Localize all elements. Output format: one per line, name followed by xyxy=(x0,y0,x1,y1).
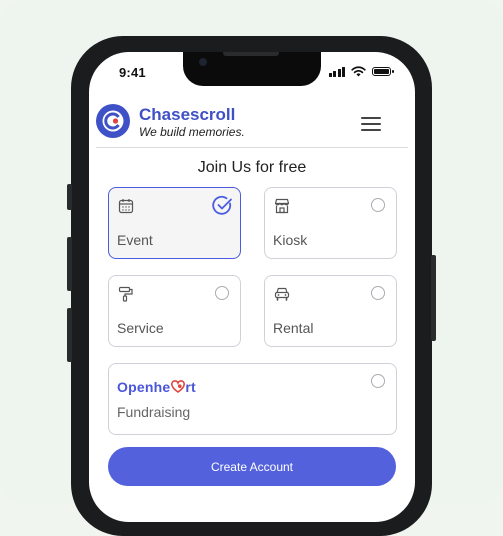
page-heading: Join Us for free xyxy=(197,159,307,176)
option-service-radio[interactable] xyxy=(215,286,229,300)
create-account-button[interactable]: Create Account xyxy=(108,447,396,486)
chasescroll-logo-icon xyxy=(96,104,130,138)
status-time: 9:41 xyxy=(119,65,146,80)
option-kiosk[interactable]: Kiosk xyxy=(264,187,397,259)
option-rental-radio[interactable] xyxy=(371,286,385,300)
calendar-icon xyxy=(118,199,134,214)
option-fundraising[interactable]: Openhe rt Fundraising xyxy=(108,363,397,435)
option-fundraising-label: Fundraising xyxy=(117,404,191,420)
option-rental-label: Rental xyxy=(273,320,314,336)
speaker-grille xyxy=(223,52,279,56)
check-circle-icon xyxy=(212,195,232,215)
openheart-logo: Openhe rt xyxy=(117,379,196,395)
camera-icon xyxy=(199,58,207,66)
phone-power-button xyxy=(431,255,436,341)
status-icons xyxy=(328,66,394,77)
paint-roller-icon xyxy=(118,286,133,302)
option-kiosk-radio[interactable] xyxy=(371,198,385,212)
option-service[interactable]: Service xyxy=(108,275,241,347)
phone-mute-switch xyxy=(67,184,72,210)
option-kiosk-label: Kiosk xyxy=(273,232,308,248)
car-icon xyxy=(274,287,290,301)
phone-volume-down xyxy=(67,308,72,362)
signal-icon xyxy=(328,66,345,77)
option-event[interactable]: Event xyxy=(108,187,241,259)
battery-icon xyxy=(372,67,394,76)
phone-screen: 9:41 Chasescroll We build memories. Join… xyxy=(89,52,415,522)
option-service-label: Service xyxy=(117,320,164,336)
heart-icon xyxy=(170,380,185,393)
header-divider xyxy=(96,147,408,148)
brand-name: Chasescroll xyxy=(139,105,236,124)
option-fundraising-radio[interactable] xyxy=(371,374,385,388)
phone-volume-up xyxy=(67,237,72,291)
dynamic-island xyxy=(183,52,321,86)
option-event-label: Event xyxy=(117,232,153,248)
storefront-icon xyxy=(274,198,290,214)
wifi-icon xyxy=(351,66,366,77)
hamburger-menu-icon[interactable] xyxy=(361,116,383,132)
option-rental[interactable]: Rental xyxy=(264,275,397,347)
brand-tagline: We build memories. xyxy=(139,125,245,139)
